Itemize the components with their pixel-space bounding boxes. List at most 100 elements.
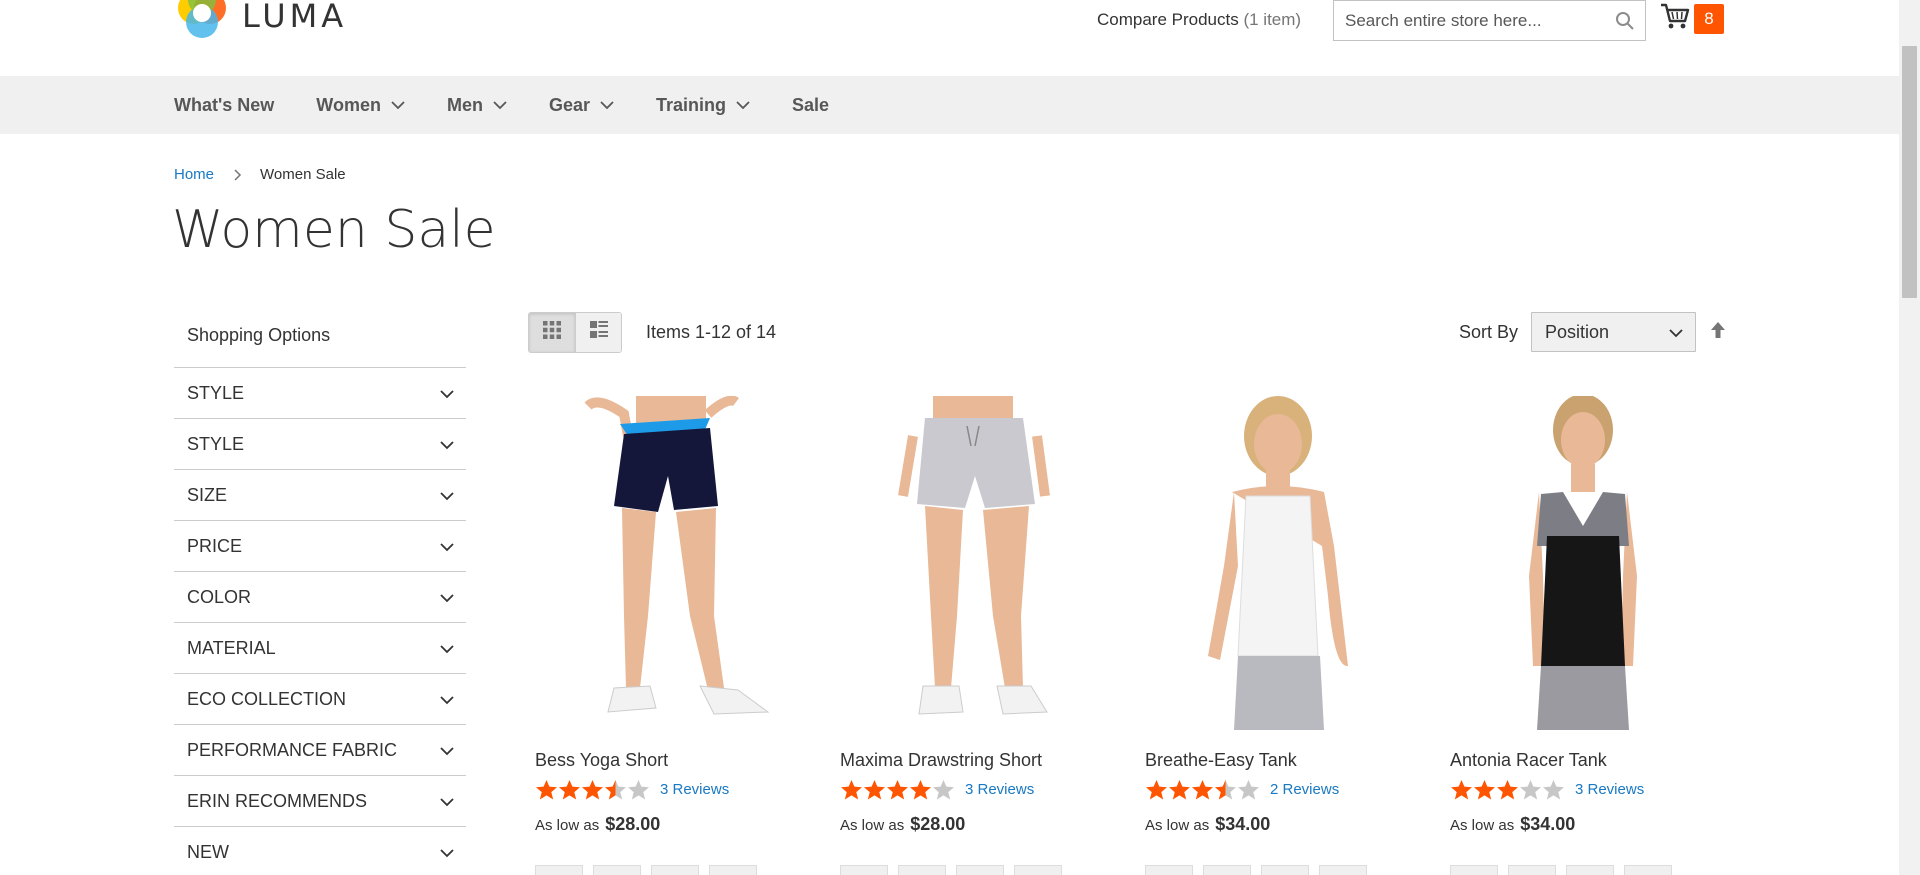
star-icon xyxy=(1497,779,1518,800)
star-icon xyxy=(1238,779,1259,800)
nav-item-gear[interactable]: Gear xyxy=(549,95,614,116)
sort-direction-button[interactable] xyxy=(1710,321,1726,344)
compare-label: Compare Products xyxy=(1097,10,1239,29)
filter-option-eco-collection[interactable]: ECO COLLECTION xyxy=(174,674,466,725)
size-swatch[interactable] xyxy=(1261,865,1309,875)
chevron-down-icon xyxy=(440,638,454,659)
product-item: Maxima Drawstring Short 3 Reviews As low… xyxy=(833,396,1113,875)
filter-option-new[interactable]: NEW xyxy=(174,827,466,875)
reviews-link[interactable]: 3 Reviews xyxy=(965,781,1034,798)
search-icon[interactable] xyxy=(1615,11,1635,36)
star-icon xyxy=(1543,779,1564,800)
size-swatch[interactable] xyxy=(956,865,1004,875)
price-box: As low as $28.00 xyxy=(535,814,808,835)
rating-stars xyxy=(840,779,955,800)
reviews-link[interactable]: 3 Reviews xyxy=(660,781,729,798)
star-icon xyxy=(1215,779,1236,800)
minicart-button[interactable]: 8 xyxy=(1660,2,1724,35)
breadcrumb-home-link[interactable]: Home xyxy=(174,166,214,183)
grid-icon xyxy=(543,321,561,344)
scrollbar-thumb[interactable] xyxy=(1902,46,1917,298)
size-swatch[interactable] xyxy=(898,865,946,875)
chevron-down-icon xyxy=(736,100,750,110)
nav-item-whats-new[interactable]: What's New xyxy=(174,95,274,116)
size-swatch[interactable] xyxy=(840,865,888,875)
chevron-down-icon xyxy=(391,100,405,110)
size-swatch[interactable] xyxy=(1145,865,1193,875)
search-input[interactable] xyxy=(1334,1,1604,40)
price-box: As low as $28.00 xyxy=(840,814,1113,835)
filter-option-style[interactable]: STYLE xyxy=(174,368,466,419)
toolbar-amount: Items 1-12 of 14 xyxy=(646,322,777,342)
nav-label: What's New xyxy=(174,94,275,115)
nav-label: Training xyxy=(656,94,727,115)
product-name-link[interactable]: Antonia Racer Tank xyxy=(1450,750,1723,771)
size-swatch[interactable] xyxy=(651,865,699,875)
sort-by-label: Sort By xyxy=(1458,321,1518,342)
filter-option-color[interactable]: COLOR xyxy=(174,572,466,623)
nav-item-sale[interactable]: Sale xyxy=(792,95,829,116)
size-swatches xyxy=(535,865,808,875)
product-image[interactable] xyxy=(528,395,808,730)
size-swatch[interactable] xyxy=(1014,865,1062,875)
size-swatch[interactable] xyxy=(709,865,757,875)
chevron-down-icon xyxy=(440,383,454,404)
rating-stars xyxy=(535,779,650,800)
star-icon xyxy=(910,779,931,800)
size-swatch[interactable] xyxy=(593,865,641,875)
grid-view-button[interactable] xyxy=(529,313,575,352)
size-swatch[interactable] xyxy=(1566,865,1614,875)
filter-option-performance-fabric[interactable]: PERFORMANCE FABRIC xyxy=(174,725,466,776)
price-box: As low as $34.00 xyxy=(1145,814,1418,835)
product-name-link[interactable]: Breathe-Easy Tank xyxy=(1145,750,1418,771)
filter-option-erin-recommends[interactable]: ERIN RECOMMENDS xyxy=(174,776,466,827)
store-logo[interactable]: LUMA xyxy=(174,0,347,44)
compare-products-link[interactable]: Compare Products (1 item) xyxy=(1097,10,1301,30)
product-toolbar: Items 1-12 of 14 Sort By Position xyxy=(528,312,1726,354)
page-scrollbar[interactable] xyxy=(1899,0,1920,875)
nav-label: Gear xyxy=(548,94,590,115)
product-grid: Bess Yoga Short 3 Reviews As low as $28.… xyxy=(528,394,1728,875)
page-title: Women Sale xyxy=(172,200,496,260)
breadcrumb-current: Women Sale xyxy=(260,166,346,183)
size-swatch[interactable] xyxy=(1203,865,1251,875)
reviews-link[interactable]: 2 Reviews xyxy=(1270,781,1339,798)
sort-by-select[interactable]: Position xyxy=(1531,312,1696,352)
product-price: $28.00 xyxy=(910,814,966,834)
nav-item-training[interactable]: Training xyxy=(656,95,750,116)
size-swatches xyxy=(1145,865,1418,875)
reviews-link[interactable]: 3 Reviews xyxy=(1575,781,1644,798)
star-icon xyxy=(864,779,885,800)
price-label: As low as xyxy=(840,817,905,834)
size-swatch[interactable] xyxy=(1450,865,1498,875)
nav-item-men[interactable]: Men xyxy=(447,95,507,116)
size-swatch[interactable] xyxy=(535,865,583,875)
star-icon xyxy=(628,779,649,800)
list-view-button[interactable] xyxy=(575,313,621,352)
chevron-down-icon xyxy=(440,485,454,506)
product-image[interactable] xyxy=(1138,396,1418,730)
logo-text: LUMA xyxy=(242,0,348,35)
size-swatch[interactable] xyxy=(1319,865,1367,875)
filter-option-material[interactable]: MATERIAL xyxy=(174,623,466,674)
price-label: As low as xyxy=(1145,817,1210,834)
star-icon xyxy=(841,779,862,800)
filter-option-size[interactable]: SIZE xyxy=(174,470,466,521)
product-name-link[interactable]: Bess Yoga Short xyxy=(535,750,808,771)
nav-item-women[interactable]: Women xyxy=(316,95,405,116)
product-image[interactable] xyxy=(833,396,1113,730)
cart-count-badge: 8 xyxy=(1694,3,1724,34)
filter-option-price[interactable]: PRICE xyxy=(174,521,466,572)
product-name-link[interactable]: Maxima Drawstring Short xyxy=(840,750,1113,771)
size-swatch[interactable] xyxy=(1508,865,1556,875)
star-icon xyxy=(933,779,954,800)
size-swatch[interactable] xyxy=(1624,865,1672,875)
price-box: As low as $34.00 xyxy=(1450,814,1723,835)
filter-option-style[interactable]: STYLE xyxy=(174,419,466,470)
product-image[interactable] xyxy=(1443,394,1723,730)
size-swatches xyxy=(1450,865,1723,875)
chevron-down-icon xyxy=(440,434,454,455)
star-icon xyxy=(1474,779,1495,800)
chevron-down-icon xyxy=(440,689,454,710)
filter-title: NEW xyxy=(187,841,229,862)
